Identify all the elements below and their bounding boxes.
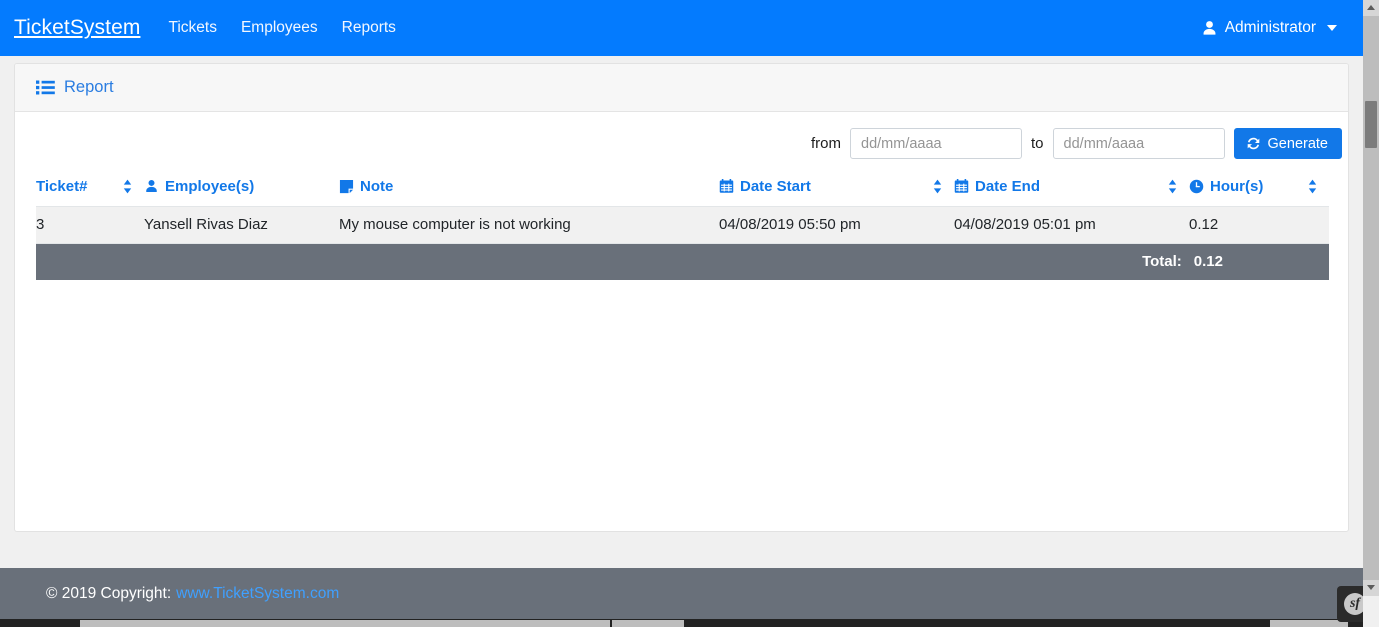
nav-link-employees[interactable]: Employees: [241, 19, 318, 37]
user-menu[interactable]: Administrator: [1201, 19, 1347, 37]
brand-logo[interactable]: TicketSystem: [14, 16, 140, 40]
cell-date-end: 04/08/2019 05:01 pm: [954, 206, 1189, 244]
scroll-down-button[interactable]: [1363, 580, 1379, 596]
report-table-container: Ticket# Employee(s) Note Date Start Date…: [15, 172, 1348, 280]
nav-link-reports[interactable]: Reports: [342, 19, 396, 37]
sort-icon-ticket[interactable]: [123, 179, 144, 194]
from-label: from: [811, 135, 842, 152]
nav-link-tickets[interactable]: Tickets: [168, 19, 217, 37]
sort-icon-date-start[interactable]: [933, 179, 954, 194]
table-header-row: Ticket# Employee(s) Note Date Start Date…: [36, 172, 1329, 207]
report-table: Ticket# Employee(s) Note Date Start Date…: [36, 172, 1329, 280]
date-from-input[interactable]: [850, 128, 1023, 159]
total-value: 0.12: [1193, 253, 1223, 270]
column-label-note: Note: [360, 178, 394, 195]
vertical-scrollbar[interactable]: [1363, 0, 1379, 627]
cell-note: My mouse computer is not working: [339, 206, 719, 244]
to-label: to: [1031, 135, 1044, 152]
column-header-date-end[interactable]: Date End: [954, 172, 1189, 207]
report-table-body: 3 Yansell Rivas Diaz My mouse computer i…: [36, 206, 1329, 244]
clock-icon: [1189, 179, 1204, 194]
user-menu-label: Administrator: [1224, 19, 1316, 36]
nav-links: Tickets Employees Reports: [168, 19, 395, 37]
generate-button-label: Generate: [1267, 135, 1328, 152]
column-label-ticket: Ticket#: [36, 178, 88, 195]
column-header-hours[interactable]: Hour(s): [1189, 172, 1329, 207]
debug-toolbar-strip[interactable]: [0, 619, 1363, 627]
column-header-ticket[interactable]: Ticket#: [36, 172, 144, 207]
table-total-row: Total: 0.12: [36, 243, 1329, 280]
report-card-body: from to Generate: [15, 112, 1348, 280]
cell-hours: 0.12: [1189, 206, 1329, 244]
total-cell: Total: 0.12: [36, 243, 1329, 280]
vertical-scrollbar-thumb[interactable]: [1365, 101, 1377, 148]
page-viewport: TicketSystem Tickets Employees Reports A…: [0, 0, 1363, 627]
column-header-employees[interactable]: Employee(s): [144, 172, 339, 207]
vertical-scrollbar-track[interactable]: [1363, 16, 1379, 580]
cell-date-start: 04/08/2019 05:50 pm: [719, 206, 954, 244]
table-row[interactable]: 3 Yansell Rivas Diaz My mouse computer i…: [36, 206, 1329, 244]
date-to-input[interactable]: [1052, 128, 1225, 159]
list-ul-icon: [36, 80, 55, 95]
cell-ticket: 3: [36, 206, 144, 244]
column-label-date-start: Date Start: [740, 178, 811, 195]
sort-icon-date-end[interactable]: [1168, 179, 1189, 194]
page-title: Report: [64, 78, 114, 96]
footer-website-link[interactable]: www.TicketSystem.com: [176, 585, 339, 603]
column-label-employees: Employee(s): [165, 178, 255, 195]
calendar-icon: [719, 179, 734, 194]
scroll-up-button[interactable]: [1363, 0, 1379, 16]
sync-refresh-icon: [1246, 136, 1261, 151]
calendar-icon: [954, 179, 969, 194]
column-header-note[interactable]: Note: [339, 172, 719, 207]
sort-icon-hours[interactable]: [1308, 179, 1329, 194]
chevron-down-icon: [1327, 25, 1337, 31]
site-footer: © 2019 Copyright: www.TicketSystem.com: [0, 568, 1363, 619]
column-label-hours: Hour(s): [1210, 178, 1264, 195]
column-header-date-start[interactable]: Date Start: [719, 172, 954, 207]
generate-button[interactable]: Generate: [1233, 128, 1342, 159]
total-label: Total:: [1142, 253, 1182, 270]
top-navbar: TicketSystem Tickets Employees Reports A…: [0, 0, 1363, 56]
report-table-foot: Total: 0.12: [36, 243, 1329, 280]
report-card: Report from to: [14, 63, 1349, 532]
column-label-date-end: Date End: [975, 178, 1041, 195]
user-icon: [1201, 20, 1218, 37]
user-icon: [144, 179, 159, 194]
report-card-header: Report: [15, 64, 1348, 112]
cell-employees: Yansell Rivas Diaz: [144, 206, 339, 244]
sticky-note-icon: [339, 179, 354, 194]
report-table-head: Ticket# Employee(s) Note Date Start Date…: [36, 172, 1329, 207]
copyright-text: © 2019 Copyright:: [46, 584, 172, 602]
app-root: TicketSystem Tickets Employees Reports A…: [0, 0, 1379, 627]
date-filter-bar: from to Generate: [15, 112, 1348, 172]
